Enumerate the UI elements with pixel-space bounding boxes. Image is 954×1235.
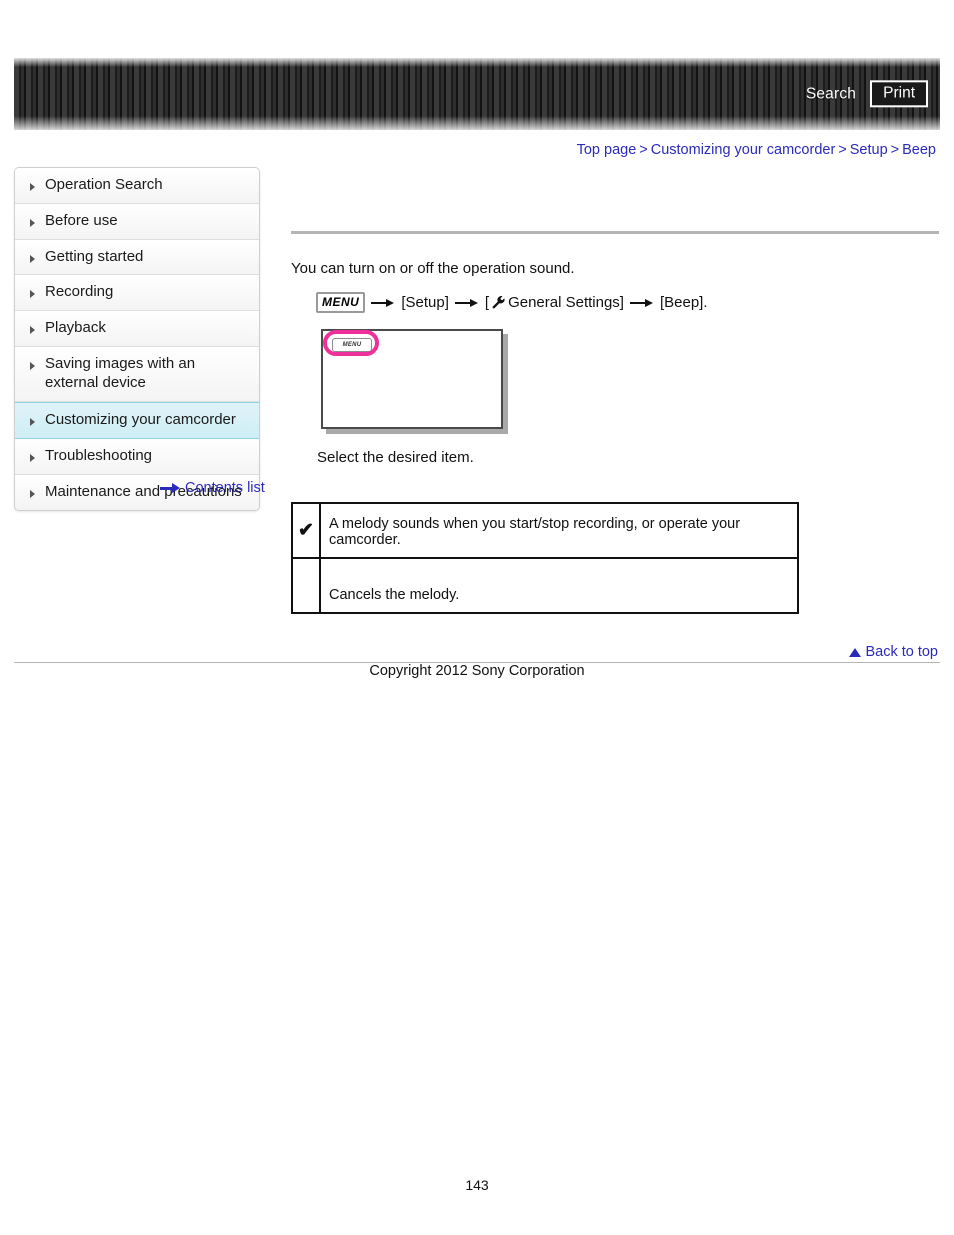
sidebar-item-before-use[interactable]: Before use [15, 203, 259, 240]
sidebar-item-label: Operation Search [45, 176, 163, 193]
sidebar-item-label: Saving images with an external device [45, 354, 196, 391]
screen-menu-button[interactable]: MENU [332, 338, 372, 353]
select-instruction: Select the desired item. [317, 449, 474, 467]
screen-illustration: MENU [321, 329, 507, 433]
breadcrumb-separator: > [890, 142, 900, 158]
sidebar-item-label: Getting started [45, 247, 144, 265]
intro-text: You can turn on or off the operation sou… [291, 260, 575, 277]
triangle-bullet-icon [30, 454, 35, 462]
menu-path-instruction: MENU [Setup] [ General Settings] [Beep]. [316, 292, 939, 314]
header-controls: Search Print [806, 80, 928, 108]
checkmark-icon: ✔ [291, 502, 321, 560]
menu-path-bracket-open: [ [484, 294, 490, 312]
sidebar-item-troubleshooting[interactable]: Troubleshooting [15, 439, 259, 475]
breadcrumb-item-customizing-your-camcorder[interactable]: Customizing your camcorder [651, 142, 836, 158]
triangle-bullet-icon [30, 218, 35, 227]
mark-cell-empty [291, 557, 321, 615]
sidebar-navigation: Operation Search Before use Getting star… [14, 167, 260, 511]
breadcrumb-item-beep[interactable]: Beep [902, 142, 936, 158]
camcorder-screen-box: MENU [321, 329, 503, 430]
content-divider [291, 231, 939, 234]
breadcrumb-separator: > [639, 142, 648, 158]
search-link[interactable]: Search [806, 85, 856, 103]
menu-path-step-setup: [Setup] [401, 294, 449, 312]
option-description: A melody sounds when you start/stop reco… [319, 502, 799, 560]
copyright-text: Copyright 2012 Sony Corporation [369, 663, 585, 679]
sidebar-item-customizing-your-camcorder[interactable]: Customizing your camcorder [15, 402, 259, 439]
back-to-top-label: Back to top [865, 644, 938, 660]
arrow-right-icon [160, 483, 180, 493]
sidebar-item-operation-search[interactable]: Operation Search [15, 168, 259, 204]
options-table: ✔ A melody sounds when you start/stop re… [291, 502, 799, 615]
wrench-icon [492, 296, 505, 309]
triangle-bullet-icon [30, 326, 35, 334]
header-banner: Search Print [14, 58, 940, 130]
breadcrumb-item-setup[interactable]: Setup [850, 142, 888, 158]
triangle-up-icon [849, 647, 862, 657]
table-row: ✔ A melody sounds when you start/stop re… [291, 502, 799, 560]
triangle-bullet-icon [30, 254, 35, 263]
breadcrumb-item-top-page[interactable]: Top page [577, 142, 637, 158]
triangle-bullet-icon [30, 290, 35, 299]
menu-badge-icon: MENU [316, 292, 366, 314]
sidebar-item-getting-started[interactable]: Getting started [15, 239, 259, 276]
sidebar-item-recording[interactable]: Recording [15, 275, 259, 311]
arrow-right-icon [371, 298, 395, 308]
sidebar-item-playback[interactable]: Playback [15, 311, 259, 347]
sidebar-item-label: Before use [45, 211, 118, 229]
sidebar-item-label: Playback [45, 319, 106, 336]
main-content: You can turn on or off the operation sou… [291, 167, 939, 615]
triangle-bullet-icon [30, 489, 35, 498]
menu-path-step-general-settings: General Settings] [508, 294, 624, 312]
print-button[interactable]: Print [870, 80, 928, 108]
arrow-right-icon [454, 298, 479, 308]
sidebar-item-label: Customizing your camcorder [45, 411, 236, 429]
arrow-right-icon [629, 298, 654, 308]
sidebar-item-saving-images-with-an-external-device[interactable]: Saving images with an external device [15, 346, 259, 403]
breadcrumb-separator: > [838, 142, 847, 158]
menu-path-step-beep: [Beep]. [659, 294, 708, 312]
back-to-top-link[interactable]: Back to top [849, 644, 938, 660]
option-description: Cancels the melody. [319, 557, 799, 615]
triangle-bullet-icon [30, 361, 35, 370]
contents-list-label: Contents list [185, 480, 265, 496]
sidebar-item-label: Recording [45, 283, 114, 301]
sidebar-item-label: Troubleshooting [45, 447, 153, 464]
table-row: Cancels the melody. [291, 557, 799, 615]
triangle-bullet-icon [30, 183, 35, 191]
triangle-bullet-icon [30, 418, 35, 427]
breadcrumb: Top page > Customizing your camcorder > Setu… [577, 142, 936, 158]
contents-list-link[interactable]: Contents list [160, 480, 265, 496]
page-number: 143 [465, 1177, 489, 1193]
